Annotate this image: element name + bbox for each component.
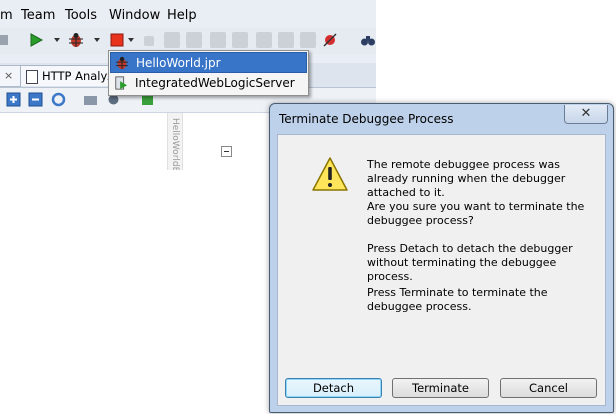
collapse-icon[interactable]: [28, 92, 43, 107]
dialog-button-bar: Detach Terminate Cancel: [277, 369, 606, 406]
dropdown-item-label: IntegratedWebLogicServer: [135, 76, 295, 90]
detach-button[interactable]: Detach: [285, 378, 382, 398]
dialog-body: The remote debuggee process was already …: [277, 134, 606, 370]
message-terminate-hint: Press Terminate to terminate the debugge…: [367, 286, 548, 313]
editor-tab[interactable]: ×: [0, 65, 21, 87]
dropdown-item-integratedweblogicserver[interactable]: IntegratedWebLogicServer: [110, 73, 307, 94]
step-into-icon[interactable]: [186, 32, 202, 48]
dialog-title: Terminate Debuggee Process: [279, 112, 454, 126]
step-to-end-icon[interactable]: [232, 32, 248, 48]
terminate-button[interactable]: Terminate: [392, 378, 489, 398]
debug-dropdown-arrow-icon[interactable]: [94, 38, 100, 42]
breakpoint-toggle-icon[interactable]: [322, 32, 338, 48]
dropdown-item-label: HelloWorld.jpr: [136, 56, 221, 70]
pause-icon[interactable]: [278, 32, 294, 48]
debug-bug-icon: [115, 56, 129, 70]
warning-icon: [312, 157, 348, 191]
expand-icon[interactable]: [6, 92, 21, 107]
trash-icon[interactable]: [300, 32, 316, 48]
folder-icon[interactable]: [83, 92, 98, 107]
run-target-dropdown: HelloWorld.jpr IntegratedWebLogicServer: [108, 50, 309, 96]
menu-item-help[interactable]: Help: [167, 8, 197, 23]
run-icon[interactable]: [28, 32, 44, 48]
tool-icon[interactable]: [0, 32, 16, 48]
dropdown-item-helloworld[interactable]: HelloWorld.jpr: [110, 52, 307, 73]
menu-item-window[interactable]: Window: [109, 8, 160, 23]
server-run-icon: [115, 76, 128, 90]
document-icon: [26, 70, 38, 84]
resume-icon[interactable]: [256, 32, 272, 48]
refresh-icon[interactable]: [51, 92, 66, 107]
vertical-panel-label: HelloWorldB: [170, 118, 180, 170]
message-detach-hint: Press Detach to detach the debugger with…: [367, 242, 573, 283]
menu-item-partial[interactable]: m: [0, 8, 13, 23]
stop-icon[interactable]: [109, 32, 125, 48]
debug-bug-icon[interactable]: [68, 32, 84, 48]
tab-close-button[interactable]: ×: [4, 69, 13, 82]
menu-item-tools[interactable]: Tools: [65, 8, 97, 23]
step-icon[interactable]: [144, 36, 154, 46]
binoculars-icon[interactable]: [360, 32, 376, 48]
step-out-icon[interactable]: [210, 32, 226, 48]
fold-toggle-icon[interactable]: [221, 146, 232, 157]
tab-http-analyzer[interactable]: HTTP Analyze: [20, 65, 122, 86]
message-confirm-terminate: Are you sure you want to terminate the d…: [367, 200, 585, 227]
stop-dropdown-arrow-icon[interactable]: [128, 38, 134, 42]
terminate-debuggee-dialog: Terminate Debuggee Process ✕ The remote …: [269, 103, 614, 413]
dialog-close-button[interactable]: ✕: [564, 105, 608, 124]
menu-bar: m Team Tools Window Help: [0, 0, 376, 30]
message-already-running: The remote debuggee process was already …: [367, 158, 566, 199]
cancel-button[interactable]: Cancel: [500, 378, 597, 398]
step-over-icon[interactable]: [164, 32, 180, 48]
run-dropdown-arrow-icon[interactable]: [54, 38, 60, 42]
close-icon: ✕: [580, 106, 592, 121]
menu-item-team[interactable]: Team: [21, 8, 55, 23]
